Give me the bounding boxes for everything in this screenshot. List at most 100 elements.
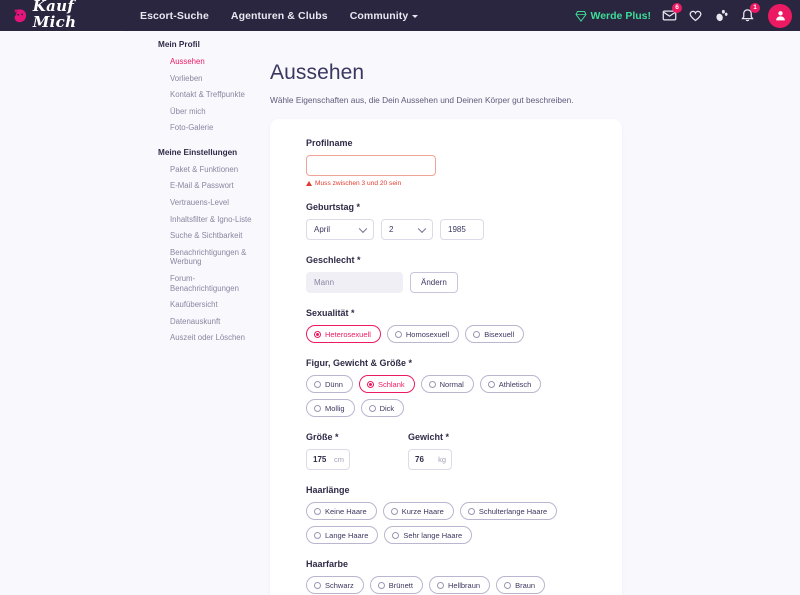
label-geburtstag: Geburtstag * xyxy=(306,202,361,212)
cat-head-icon xyxy=(14,9,27,23)
figur-option-duenn[interactable]: Dünn xyxy=(306,375,353,393)
radio-icon xyxy=(314,404,321,412)
chip-label: Dünn xyxy=(325,379,343,389)
sidebar-section-title-meine-einstellungen: Meine Einstellungen xyxy=(158,147,238,157)
heart-icon[interactable] xyxy=(688,8,703,23)
geburtstag-year-input[interactable]: 1985 xyxy=(440,219,484,240)
nav-item-community[interactable]: Community xyxy=(350,10,419,22)
nav-item-agenturen-clubs[interactable]: Agenturen & Clubs xyxy=(231,10,328,22)
radio-icon xyxy=(394,330,402,338)
field-haarfarbe: Haarfarbe Schwarz Brünett Hellbraun Brau… xyxy=(306,559,622,595)
radio-icon xyxy=(392,531,400,539)
sidebar-item-kontakt-treffpunkte[interactable]: Kontakt & Treffpunkte xyxy=(158,87,258,104)
sidebar-section-title-mein-profil: Mein Profil xyxy=(158,40,200,49)
figur-option-normal[interactable]: Normal xyxy=(420,375,474,393)
figur-option-athletisch[interactable]: Athletisch xyxy=(479,375,542,393)
haarlaenge-option-keine-haare[interactable]: Keine Haare xyxy=(306,502,377,520)
envelope-icon[interactable]: 6 xyxy=(662,3,682,23)
sexualitaet-option-homosexuell[interactable]: Homosexuell xyxy=(386,325,460,343)
chip-label: Braun xyxy=(515,580,536,590)
label-geschlecht: Geschlecht * xyxy=(306,255,361,265)
profilname-input[interactable] xyxy=(306,155,436,176)
site-header: Kauf Mich Escort-Suche Agenturen & Clubs… xyxy=(0,0,800,32)
sidebar-item-suche-sichtbarkeit[interactable]: Suche & Sichtbarkeit xyxy=(158,228,258,245)
nav-item-escort-suche[interactable]: Escort-Suche xyxy=(140,10,209,22)
haarlaenge-option-kurze-haare[interactable]: Kurze Haare xyxy=(382,502,454,520)
haarlaenge-option-sehr-lange-haare[interactable]: Sehr lange Haare xyxy=(384,526,473,544)
radio-icon xyxy=(314,581,321,589)
field-figur: Figur, Gewicht & Größe * Dünn Schlank No… xyxy=(306,358,622,417)
gem-icon xyxy=(574,10,587,22)
chip-label: Kurze Haare xyxy=(401,506,444,516)
figur-option-dick[interactable]: Dick xyxy=(360,399,405,417)
figur-option-schlank[interactable]: Schlank xyxy=(358,375,415,393)
gewicht-input[interactable]: 76 kg xyxy=(408,449,452,470)
chevron-down-icon xyxy=(417,224,427,233)
sidebar-item-vertrauens-level[interactable]: Vertrauens-Level xyxy=(158,195,258,212)
radio-icon xyxy=(366,380,374,388)
settings-sidebar: Mein Profil Aussehen Vorlieben Kontakt &… xyxy=(0,31,270,595)
sexualitaet-option-heterosexuell[interactable]: Heterosexuell xyxy=(306,325,381,343)
radio-icon xyxy=(390,507,398,515)
field-geschlecht: Geschlecht * Mann Ändern xyxy=(306,255,622,293)
chevron-down-icon xyxy=(412,15,419,18)
radio-icon xyxy=(436,581,444,589)
radio-icon xyxy=(314,531,321,539)
footprint-icon[interactable] xyxy=(714,8,729,23)
sidebar-item-email-passwort[interactable]: E-Mail & Passwort xyxy=(158,178,258,195)
werde-plus-link[interactable]: Werde Plus! xyxy=(574,9,652,22)
profilname-error: Muss zwischen 3 und 20 sein xyxy=(306,180,622,187)
radio-icon xyxy=(314,330,321,338)
header-actions: Werde Plus! 6 1 xyxy=(574,3,792,28)
gewicht-unit: kg xyxy=(438,455,446,464)
sidebar-item-paket-funktionen[interactable]: Paket & Funktionen xyxy=(158,162,258,179)
sidebar-item-benachrichtigungen-werbung[interactable]: Benachrichtigungen & Werbung xyxy=(158,244,258,270)
bell-icon[interactable]: 1 xyxy=(740,3,760,23)
field-profilname: Profilname Muss zwischen 3 und 20 sein xyxy=(306,138,622,187)
sidebar-item-auszeit-oder-loeschen[interactable]: Auszeit oder Löschen xyxy=(158,330,258,347)
chip-label: Homosexuell xyxy=(405,329,450,339)
sidebar-item-inhaltsfilter-igno-liste[interactable]: Inhaltsfilter & Igno-Liste xyxy=(158,211,258,228)
sidebar-item-aussehen[interactable]: Aussehen xyxy=(158,54,258,71)
chip-label: Lange Haare xyxy=(325,530,369,540)
chip-label: Schwarz xyxy=(325,580,354,590)
sidebar-item-forum-benachrichtigungen[interactable]: Forum-Benachrichtigungen xyxy=(158,270,258,296)
haarfarbe-option-schwarz[interactable]: Schwarz xyxy=(306,576,364,594)
page-body: Mein Profil Aussehen Vorlieben Kontakt &… xyxy=(0,31,800,595)
bell-badge: 1 xyxy=(750,3,760,13)
label-profilname: Profilname xyxy=(306,138,353,148)
haarfarbe-option-braun[interactable]: Braun xyxy=(496,576,546,594)
sidebar-item-datenauskunft[interactable]: Datenauskunft xyxy=(158,313,258,330)
chip-label: Keine Haare xyxy=(325,506,367,516)
haarlaenge-option-schulterlange-haare[interactable]: Schulterlange Haare xyxy=(459,502,558,520)
haarlaenge-option-lange-haare[interactable]: Lange Haare xyxy=(306,526,379,544)
haarlaenge-options: Keine Haare Kurze Haare Schulterlange Ha… xyxy=(306,502,574,544)
figur-option-mollig[interactable]: Mollig xyxy=(306,399,355,417)
geschlecht-row: Mann Ändern xyxy=(306,272,622,293)
sexualitaet-option-bisexuell[interactable]: Bisexuell xyxy=(465,325,525,343)
groesse-input[interactable]: 175 cm xyxy=(306,449,350,470)
warning-triangle-icon xyxy=(306,181,312,186)
label-groesse: Größe * xyxy=(306,432,339,442)
chip-label: Hellbraun xyxy=(447,580,481,590)
geburtstag-year-value: 1985 xyxy=(448,225,466,234)
chip-label: Sehr lange Haare xyxy=(403,530,463,540)
field-groesse-gewicht: Größe * 175 cm Gewicht * 76 kg xyxy=(306,432,622,470)
geburtstag-day-select[interactable]: 2 xyxy=(381,219,433,240)
avatar[interactable] xyxy=(768,3,792,28)
sidebar-item-ueber-mich[interactable]: Über mich xyxy=(158,104,258,121)
haarfarbe-option-hellbraun[interactable]: Hellbraun xyxy=(428,576,491,594)
logo-text: Kauf Mich xyxy=(32,0,122,32)
werde-plus-label: Werde Plus! xyxy=(590,9,652,22)
sidebar-item-vorlieben[interactable]: Vorlieben xyxy=(158,71,258,88)
sidebar-item-foto-galerie[interactable]: Foto-Galerie xyxy=(158,120,258,137)
haarfarbe-option-bruenett[interactable]: Brünett xyxy=(369,576,423,594)
radio-icon xyxy=(467,507,475,515)
sidebar-item-kaufuebersicht[interactable]: Kaufübersicht xyxy=(158,297,258,314)
logo[interactable]: Kauf Mich xyxy=(12,0,122,32)
geburtstag-month-select[interactable]: April xyxy=(306,219,374,240)
page-title: Aussehen xyxy=(270,61,365,84)
geschlecht-aendern-button[interactable]: Ändern xyxy=(410,272,458,293)
radio-icon xyxy=(314,380,321,388)
chip-label: Schlank xyxy=(377,379,405,389)
